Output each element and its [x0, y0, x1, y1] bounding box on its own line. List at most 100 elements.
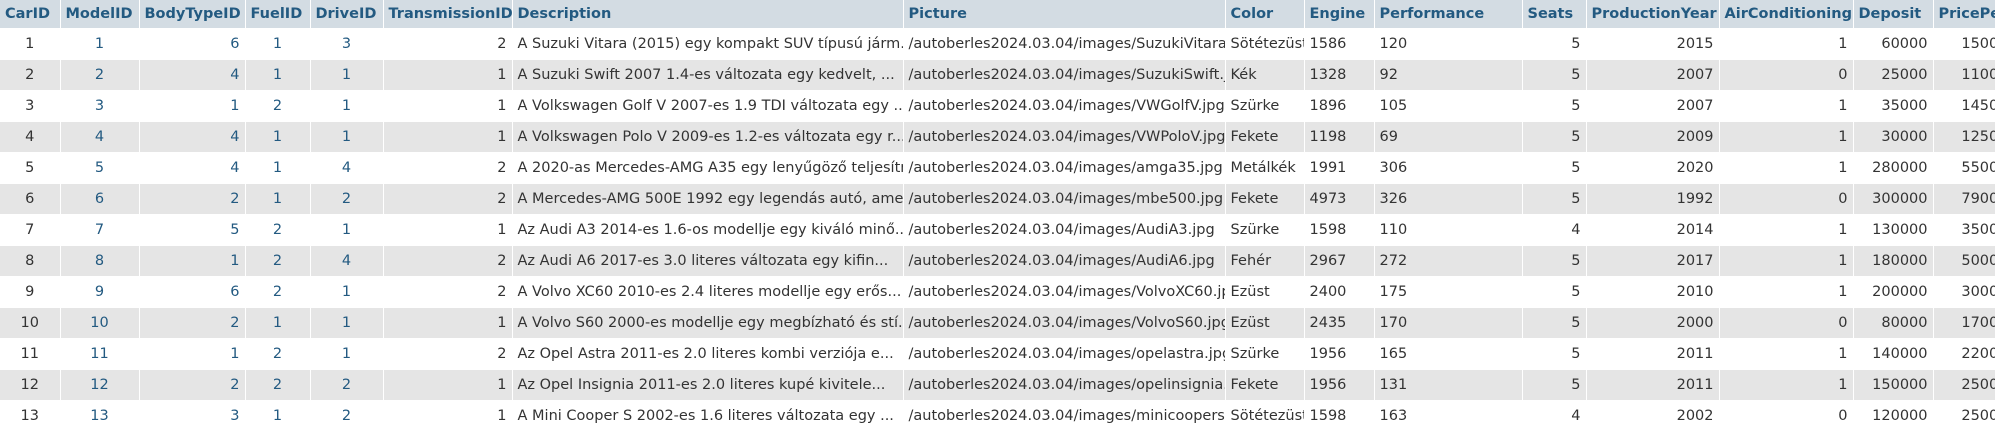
table-row[interactable]: 331211A Volkswagen Golf V 2007-es 1.9 TD… [0, 90, 1995, 122]
cell-modelid[interactable]: 5 [60, 152, 140, 184]
table-row[interactable]: 444111A Volkswagen Polo V 2009-es 1.2-es… [0, 121, 1995, 153]
cell-bodytypeid[interactable]: 5 [139, 214, 246, 246]
table-row[interactable]: 13 13 3 1 2 1 A Mini Cooper S 2002-es 1.6 lite… [0, 400, 1995, 432]
column-header-productionyear[interactable]: ProductionYear [1586, 0, 1720, 29]
column-header-bodytypeid[interactable]: BodyTypeID [139, 0, 246, 29]
cell-bodytypeid[interactable]: 4 [139, 121, 246, 153]
cell-productionyear: 1992 [1586, 183, 1720, 215]
cell-airconditioning: 1 [1719, 214, 1854, 246]
cell-modelid[interactable]: 9 [60, 276, 140, 308]
cell-driveid[interactable]: 1 [310, 59, 384, 91]
cell-bodytypeid[interactable]: 4 [139, 59, 246, 91]
cell-modelid[interactable]: 12 [60, 369, 140, 401]
column-header-picture[interactable]: Picture [903, 0, 1226, 29]
cell-driveid[interactable]: 1 [310, 338, 384, 370]
table-row[interactable]: 554142A 2020-as Mercedes-AMG A35 egy len… [0, 152, 1995, 184]
cell-modelid[interactable]: 3 [60, 90, 140, 122]
cell-bodytypeid[interactable]: 1 [139, 338, 246, 370]
column-header-engine[interactable]: Engine [1304, 0, 1375, 29]
cell-deposit: 300000 [1853, 183, 1934, 215]
cell-modelid[interactable]: 11 [60, 338, 140, 370]
cell-fuelid[interactable]: 1 [245, 183, 311, 215]
cell-modelid[interactable]: 8 [60, 245, 140, 277]
cell-picture: /autoberles2024.03.04/images/opelinsigni… [903, 369, 1226, 401]
cell-seats: 5 [1522, 245, 1587, 277]
cell-priceperday: 50000 [1933, 245, 1995, 277]
table-row[interactable]: 11 11 1 2 1 2 Az Opel Astra 2011-es 2.0 litere… [0, 338, 1995, 370]
cell-carid: 13 [0, 400, 61, 432]
cell-carid: 1 [0, 28, 61, 60]
table-row[interactable]: 662122A Mercedes-AMG 500E 1992 egy legen… [0, 183, 1995, 215]
cell-modelid[interactable]: 13 [60, 400, 140, 432]
cell-description: Az Audi A3 2014-es 1.6-os modellje egy k… [512, 214, 904, 246]
column-header-driveid[interactable]: DriveID [310, 0, 384, 29]
cell-bodytypeid[interactable]: 1 [139, 90, 246, 122]
cell-fuelid[interactable]: 2 [245, 369, 311, 401]
cell-driveid[interactable]: 1 [310, 307, 384, 339]
column-header-modelid[interactable]: ModelID [60, 0, 140, 29]
cell-deposit: 180000 [1853, 245, 1934, 277]
cell-picture: /autoberles2024.03.04/images/AudiA3.jpg [903, 214, 1226, 246]
column-header-carid[interactable]: CarID [0, 0, 61, 29]
table-row[interactable]: 8 8 1 2 4 2 Az Audi A6 2017-es 3.0 literes vál… [0, 245, 1995, 277]
column-header-color[interactable]: Color [1225, 0, 1305, 29]
cell-fuelid[interactable]: 1 [245, 59, 311, 91]
cell-color: Metálkék [1225, 152, 1305, 184]
column-header-description[interactable]: Description [512, 0, 904, 29]
cell-driveid[interactable]: 1 [310, 214, 384, 246]
cell-productionyear: 2017 [1586, 245, 1720, 277]
table-row[interactable]: 10 10 2 1 1 1 A Volvo S60 2000-es modellje egy… [0, 307, 1995, 339]
cell-picture: /autoberles2024.03.04/images/SuzukiVitar… [903, 28, 1226, 60]
cell-fuelid[interactable]: 2 [245, 214, 311, 246]
cell-performance: 105 [1374, 90, 1523, 122]
cell-modelid[interactable]: 1 [60, 28, 140, 60]
column-header-deposit[interactable]: Deposit [1853, 0, 1934, 29]
cell-fuelid[interactable]: 1 [245, 307, 311, 339]
cell-modelid[interactable]: 7 [60, 214, 140, 246]
cell-modelid[interactable]: 6 [60, 183, 140, 215]
cell-bodytypeid[interactable]: 2 [139, 183, 246, 215]
table-row[interactable]: 224111A Suzuki Swift 2007 1.4-es változa… [0, 59, 1995, 91]
cell-driveid[interactable]: 1 [310, 121, 384, 153]
column-header-transmissionid[interactable]: TransmissionID [383, 0, 513, 29]
cell-fuelid[interactable]: 2 [245, 90, 311, 122]
column-header-performance[interactable]: Performance [1374, 0, 1523, 29]
cell-fuelid[interactable]: 1 [245, 28, 311, 60]
table-row[interactable]: 7 7 5 2 1 1 Az Audi A3 2014-es 1.6-os modellje… [0, 214, 1995, 246]
cell-modelid[interactable]: 10 [60, 307, 140, 339]
cell-driveid[interactable]: 2 [310, 369, 384, 401]
cell-bodytypeid[interactable]: 2 [139, 369, 246, 401]
cell-modelid[interactable]: 4 [60, 121, 140, 153]
cell-bodytypeid[interactable]: 6 [139, 28, 246, 60]
cell-color: Sötétezüst [1225, 28, 1305, 60]
cell-driveid[interactable]: 4 [310, 245, 384, 277]
column-header-priceperday[interactable]: PricePerDay [1933, 0, 1995, 29]
cell-driveid[interactable]: 3 [310, 28, 384, 60]
column-header-airconditioning[interactable]: AirConditioning [1719, 0, 1854, 29]
cell-driveid[interactable]: 2 [310, 183, 384, 215]
cell-driveid[interactable]: 2 [310, 400, 384, 432]
cell-driveid[interactable]: 1 [310, 90, 384, 122]
cell-fuelid[interactable]: 1 [245, 121, 311, 153]
cell-fuelid[interactable]: 2 [245, 338, 311, 370]
cell-fuelid[interactable]: 2 [245, 245, 311, 277]
column-header-fuelid[interactable]: FuelID [245, 0, 311, 29]
cell-productionyear: 2020 [1586, 152, 1720, 184]
cell-modelid[interactable]: 2 [60, 59, 140, 91]
cell-bodytypeid[interactable]: 1 [139, 245, 246, 277]
cell-driveid[interactable]: 1 [310, 276, 384, 308]
table-row[interactable]: 116132A Suzuki Vitara (2015) egy kompakt… [0, 28, 1995, 60]
cell-fuelid[interactable]: 2 [245, 276, 311, 308]
cell-bodytypeid[interactable]: 2 [139, 307, 246, 339]
column-header-seats[interactable]: Seats [1522, 0, 1587, 29]
header-row: CarID ModelID BodyTypeID FuelID DriveID … [0, 0, 1995, 29]
table-body: 116132A Suzuki Vitara (2015) egy kompakt… [0, 28, 1995, 432]
cell-bodytypeid[interactable]: 4 [139, 152, 246, 184]
table-row[interactable]: 996212A Volvo XC60 2010-es 2.4 literes m… [0, 276, 1995, 308]
cell-bodytypeid[interactable]: 6 [139, 276, 246, 308]
cell-fuelid[interactable]: 1 [245, 152, 311, 184]
cell-driveid[interactable]: 4 [310, 152, 384, 184]
table-row[interactable]: 12 12 2 2 2 1 Az Opel Insignia 2011-es 2.0 lit… [0, 369, 1995, 401]
cell-fuelid[interactable]: 1 [245, 400, 311, 432]
cell-bodytypeid[interactable]: 3 [139, 400, 246, 432]
